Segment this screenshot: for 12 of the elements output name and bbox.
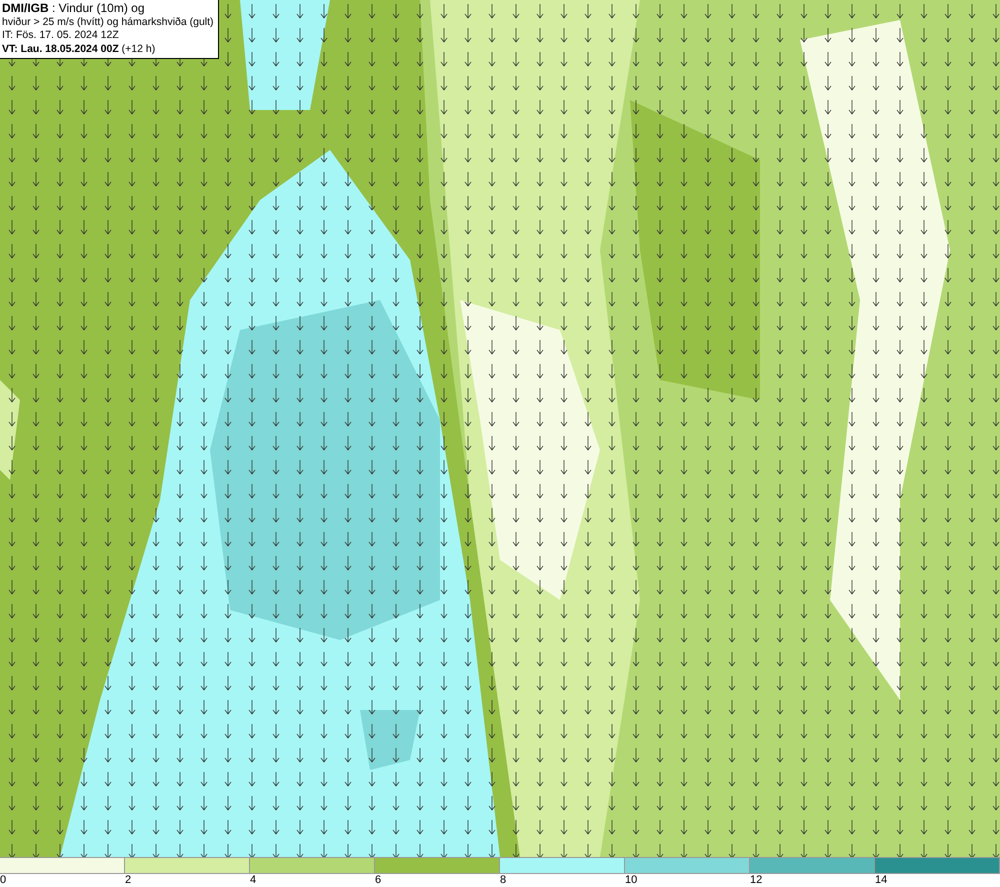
title-line: DMI/IGB : Vindur (10m) og [2,2,146,16]
legend-label: 8 [500,874,506,886]
legend-label: 10 [625,874,638,886]
title-line: VT: Lau. 18.05.2024 00Z (+12 h) [2,42,156,56]
title-line: hviður > 25 m/s (hvítt) og hámarkshviða (gult) [2,16,214,29]
legend-label: 6 [375,874,382,886]
legend-label: 12 [750,874,762,886]
title-line: IT: Fös. 17. 05. 2024 12Z [2,29,120,42]
legend-label: 0 [0,874,6,886]
legend-label: 14 [875,874,888,886]
legend-label: 2 [125,874,132,886]
legend-label: 4 [250,874,256,886]
